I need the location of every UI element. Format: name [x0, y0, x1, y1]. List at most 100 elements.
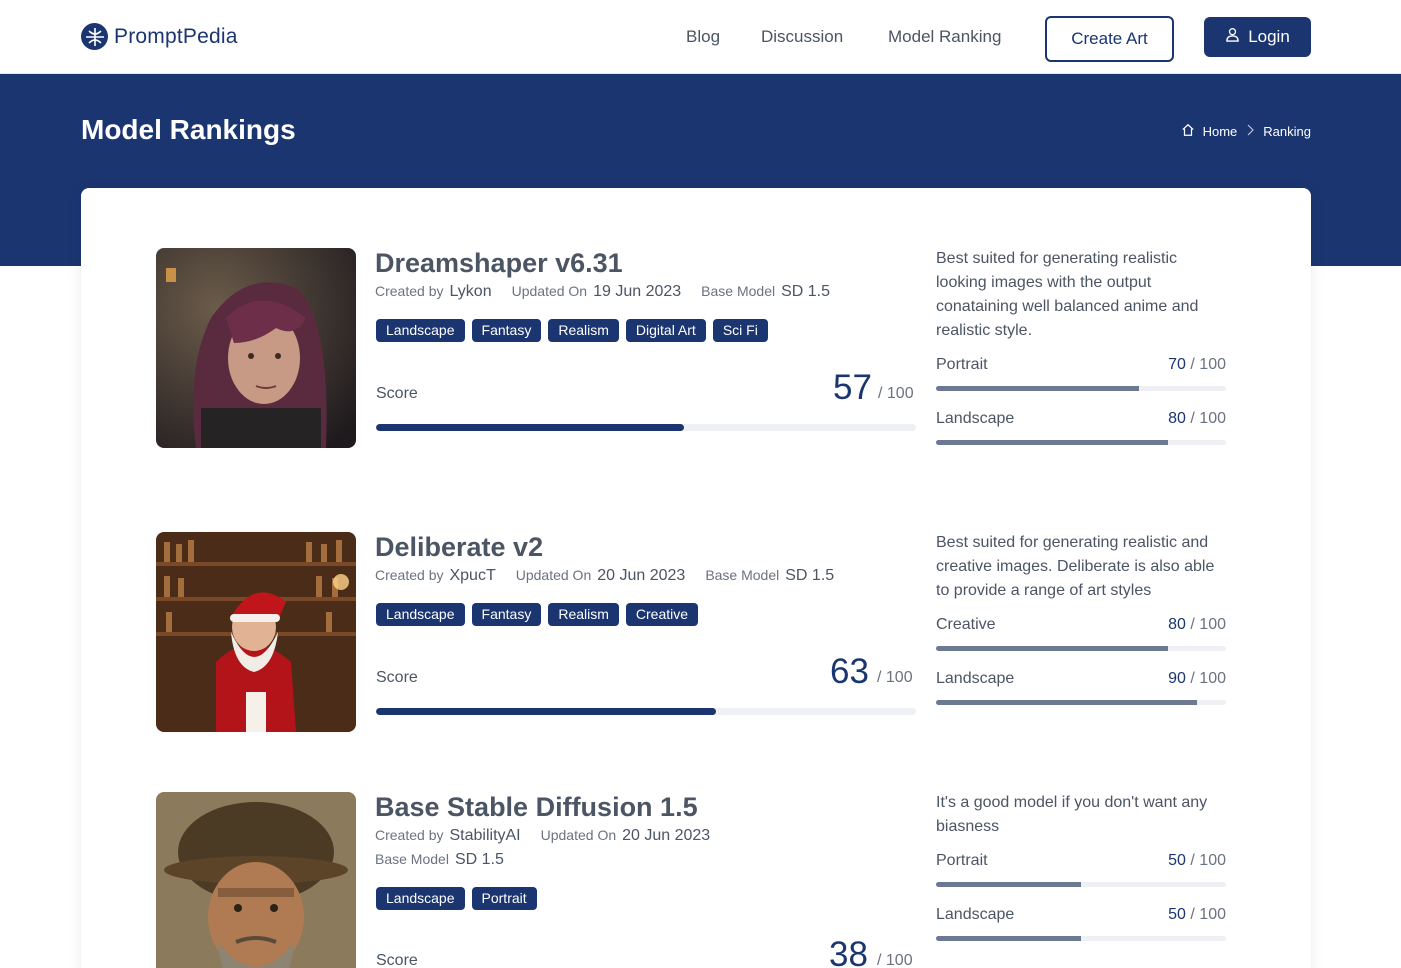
tag[interactable]: Landscape [376, 603, 465, 626]
base-model-value: SD 1.5 [781, 283, 831, 300]
sub-score-label: Landscape [936, 906, 1015, 923]
sub-score-bar-fill [936, 386, 1139, 391]
tag[interactable]: Realism [548, 603, 619, 626]
base-model-label: Base Model [701, 283, 776, 299]
score-bar-fill [376, 424, 684, 431]
sub-score-bar-fill [936, 882, 1081, 887]
score-value: 38 [829, 935, 868, 968]
chevron-right-icon [1245, 124, 1255, 139]
login-button[interactable]: Login [1204, 17, 1311, 57]
nav-model-ranking[interactable]: Model Ranking [888, 27, 1001, 47]
model-name[interactable]: Deliberate v2 [375, 532, 543, 563]
creator-name: StabilityAI [449, 827, 521, 844]
model-meta: Created by Lykon Updated On 19 Jun 2023 Ba… [375, 283, 850, 301]
sub-score-bar [936, 700, 1226, 705]
model-thumbnail[interactable] [156, 532, 356, 732]
created-by-label: Created by [375, 827, 444, 843]
updated-date: 20 Jun 2023 [622, 827, 711, 844]
base-model-value: SD 1.5 [454, 851, 504, 868]
sub-score-bar-fill [936, 936, 1081, 941]
breadcrumb: Home Ranking [1181, 123, 1311, 140]
sub-score-bar [936, 936, 1226, 941]
sub-score-label: Creative [936, 616, 996, 633]
sub-score: Portrait 50 / 100 [936, 852, 1226, 887]
sub-score-value: 80 [1168, 410, 1186, 427]
user-icon [1225, 27, 1240, 47]
model-thumbnail[interactable] [156, 248, 356, 448]
sub-score-max: / 100 [1190, 410, 1226, 427]
sub-score: Landscape 90 / 100 [936, 670, 1226, 705]
updated-on-label: Updated On [515, 567, 592, 583]
sub-score-value: 70 [1168, 356, 1186, 373]
sub-score-label: Portrait [936, 852, 988, 869]
model-name[interactable]: Base Stable Diffusion 1.5 [375, 792, 698, 823]
sub-score: Portrait 70 / 100 [936, 356, 1226, 391]
score-value: 63 [830, 652, 869, 691]
sub-score-bar [936, 386, 1226, 391]
sub-score-bar [936, 646, 1226, 651]
sub-score-value: 50 [1168, 852, 1186, 869]
model-description: It's a good model if you don't want any … [936, 794, 1208, 835]
base-model-value: SD 1.5 [785, 567, 835, 584]
created-by-label: Created by [375, 567, 444, 583]
tag[interactable]: Portrait [471, 887, 537, 910]
sub-score-bar-fill [936, 700, 1197, 705]
sub-score-max: / 100 [1190, 356, 1226, 373]
tag[interactable]: Sci Fi [712, 319, 768, 342]
score-value: 57 [833, 368, 872, 407]
sub-score-value: 90 [1168, 670, 1186, 687]
home-icon[interactable] [1181, 123, 1195, 140]
sub-score-bar [936, 882, 1226, 887]
sub-score-max: / 100 [1190, 852, 1226, 869]
model-meta: Created by XpucT Updated On 20 Jun 2023 Ba… [375, 567, 854, 585]
tag[interactable]: Landscape [376, 319, 465, 342]
model-meta: Created by StabilityAI Updated On 20 Jun 2… [375, 827, 730, 845]
sub-score-max: / 100 [1190, 906, 1226, 923]
score-bar-fill [376, 708, 717, 715]
tag[interactable]: Digital Art [625, 319, 706, 342]
sub-score-max: / 100 [1190, 670, 1226, 687]
tag[interactable]: Fantasy [471, 319, 542, 342]
score-bar [376, 708, 916, 715]
score-bar [376, 424, 916, 431]
sub-score: Landscape 50 / 100 [936, 906, 1226, 941]
rankings-card: Dreamshaper v6.31 Created by Lykon Update… [81, 188, 1311, 968]
tag-list: Landscape Fantasy Realism Digital Art Sc… [376, 319, 768, 342]
created-by-label: Created by [375, 283, 444, 299]
tag[interactable]: Creative [625, 603, 699, 626]
breadcrumb-home[interactable]: Home [1203, 124, 1238, 139]
page-title: Model Rankings [81, 114, 296, 145]
tag[interactable]: Landscape [376, 887, 465, 910]
tag-list: Landscape Fantasy Realism Creative [376, 603, 699, 626]
updated-on-label: Updated On [540, 827, 617, 843]
nav-discussion[interactable]: Discussion [761, 27, 843, 47]
model-name[interactable]: Dreamshaper v6.31 [375, 248, 623, 279]
creator-name: XpucT [449, 567, 496, 584]
nav-blog[interactable]: Blog [686, 27, 720, 47]
sub-score-label: Portrait [936, 356, 988, 373]
brand-logo-icon [81, 23, 108, 50]
score-label: Score [376, 669, 418, 686]
sub-score-max: / 100 [1190, 616, 1226, 633]
brand[interactable]: PromptPedia [81, 23, 238, 50]
breadcrumb-current: Ranking [1263, 124, 1311, 139]
sub-score-value: 80 [1168, 616, 1186, 633]
base-model-label: Base Model [705, 567, 780, 583]
updated-on-label: Updated On [511, 283, 588, 299]
score-max: / 100 [877, 952, 913, 968]
sub-score-bar [936, 440, 1226, 445]
model-thumbnail[interactable] [156, 792, 356, 968]
sub-score: Creative 80 / 100 [936, 616, 1226, 651]
creator-name: Lykon [449, 283, 492, 300]
tag[interactable]: Realism [548, 319, 619, 342]
updated-date: 20 Jun 2023 [597, 567, 686, 584]
base-model-label: Base Model [375, 851, 449, 867]
create-art-button[interactable]: Create Art [1045, 16, 1174, 62]
create-art-label: Create Art [1071, 29, 1148, 48]
sub-score-label: Landscape [936, 670, 1015, 687]
top-navbar: PromptPedia Blog Discussion Model Rankin… [0, 0, 1401, 74]
sub-score-label: Landscape [936, 410, 1015, 427]
score-label: Score [376, 952, 418, 968]
tag[interactable]: Fantasy [471, 603, 542, 626]
sub-score-bar-fill [936, 646, 1168, 651]
